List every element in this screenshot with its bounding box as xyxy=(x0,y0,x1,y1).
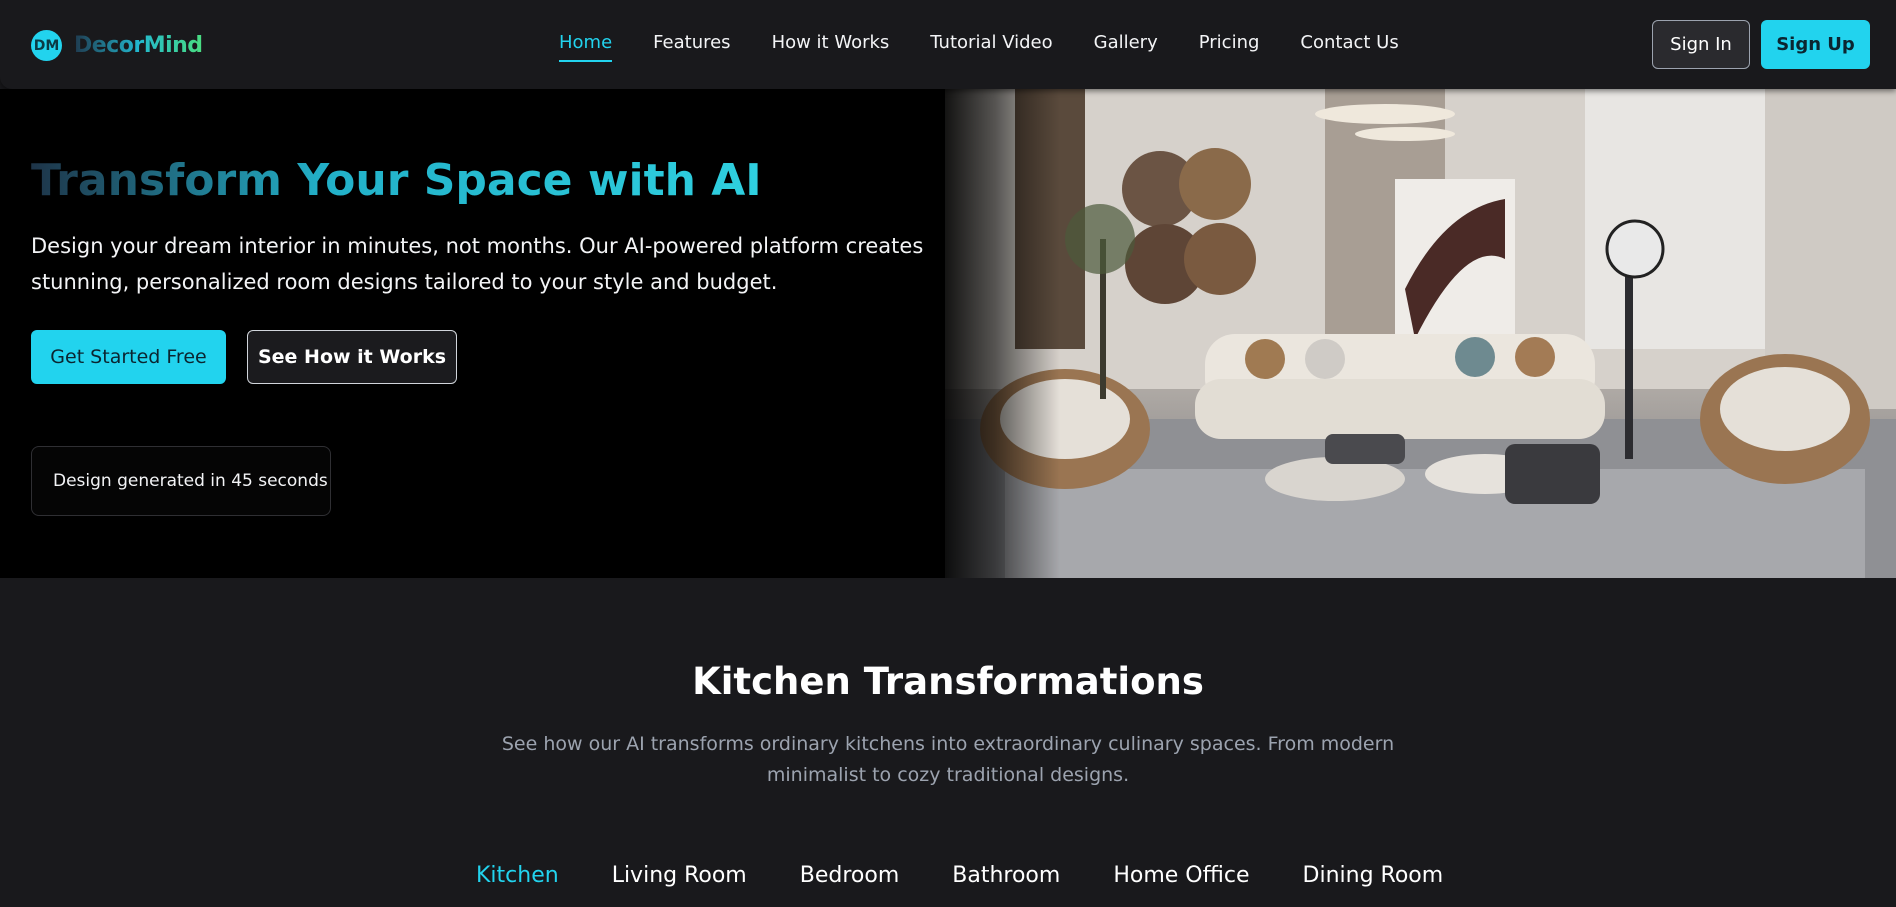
hero-interior-image xyxy=(945,89,1896,578)
hero-title: Transform Your Space with AI xyxy=(31,155,762,206)
logo-badge: DM xyxy=(31,30,62,61)
hero-image-fade xyxy=(930,89,1060,578)
generation-status-card: Design generated in 45 seconds xyxy=(31,446,331,516)
tab-living-room[interactable]: Living Room xyxy=(612,863,747,888)
tab-bedroom[interactable]: Bedroom xyxy=(800,863,900,888)
logo-text: DecorMind xyxy=(74,33,203,58)
nav-item-how-it-works[interactable]: How it Works xyxy=(772,32,890,53)
top-navigation-bar: DM DecorMind Home Features How it Works … xyxy=(0,0,1896,89)
nav-item-features[interactable]: Features xyxy=(653,32,730,53)
logo[interactable]: DM DecorMind xyxy=(31,30,203,61)
nav-item-gallery[interactable]: Gallery xyxy=(1094,32,1158,53)
tab-home-office[interactable]: Home Office xyxy=(1113,863,1249,888)
main-nav: Home Features How it Works Tutorial Vide… xyxy=(559,32,1440,62)
section-subtitle: See how our AI transforms ordinary kitch… xyxy=(501,733,1395,786)
see-how-it-works-button[interactable]: See How it Works xyxy=(247,330,457,384)
nav-item-tutorial-video[interactable]: Tutorial Video xyxy=(930,32,1052,53)
hero-subtitle: Design your dream interior in minutes, n… xyxy=(31,234,924,294)
generation-status-text: Design generated in 45 seconds xyxy=(53,471,328,491)
sign-in-button[interactable]: Sign In xyxy=(1652,20,1750,69)
hero-section: Transform Your Space with AI Design your… xyxy=(0,89,1896,578)
tab-kitchen[interactable]: Kitchen xyxy=(476,863,559,888)
room-type-tabs: Kitchen Living Room Bedroom Bathroom Hom… xyxy=(476,863,1496,888)
sign-up-button[interactable]: Sign Up xyxy=(1761,20,1870,69)
nav-item-contact-us[interactable]: Contact Us xyxy=(1300,32,1398,53)
living-room-illustration xyxy=(945,89,1896,578)
tab-dining-room[interactable]: Dining Room xyxy=(1303,863,1444,888)
tab-bathroom[interactable]: Bathroom xyxy=(952,863,1060,888)
get-started-button[interactable]: Get Started Free xyxy=(31,330,226,384)
nav-item-pricing[interactable]: Pricing xyxy=(1199,32,1260,53)
section-title: Kitchen Transformations xyxy=(692,660,1204,703)
nav-item-home[interactable]: Home xyxy=(559,32,613,62)
